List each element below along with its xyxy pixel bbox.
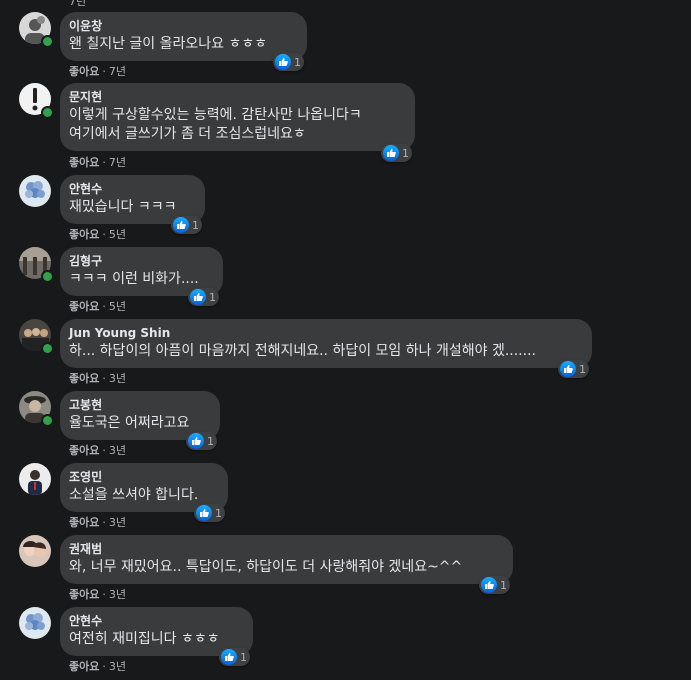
- online-status-icon: [41, 414, 54, 427]
- comment-text: 왠 칠지난 글이 올라오나요 ㅎㅎㅎ: [69, 36, 268, 52]
- comment-meta: 좋아요 · 7년: [69, 156, 126, 169]
- like-icon: [173, 217, 189, 233]
- like-icon: [560, 361, 576, 377]
- reaction-count: 1: [500, 578, 507, 592]
- like-icon: [481, 577, 497, 593]
- reaction-summary[interactable]: 1: [194, 504, 225, 522]
- couple-photo-icon[interactable]: [19, 535, 51, 567]
- like-icon: [383, 145, 399, 161]
- like-icon: [221, 649, 237, 665]
- reaction-summary[interactable]: 1: [381, 144, 412, 162]
- comment-time[interactable]: 5년: [109, 228, 126, 241]
- reaction-summary[interactable]: 1: [273, 53, 304, 71]
- reaction-summary[interactable]: 1: [171, 216, 202, 234]
- comment-meta: 좋아요 · 3년: [69, 444, 126, 457]
- comment-bubble: 이윤창 왠 칠지난 글이 올라오나요 ㅎㅎㅎ: [60, 12, 307, 61]
- like-button[interactable]: 좋아요: [69, 300, 99, 313]
- reaction-count: 1: [192, 218, 199, 232]
- comment-author[interactable]: 이윤창: [69, 18, 295, 35]
- previous-comment-meta: 7년: [0, 0, 691, 6]
- profile-photo-icon[interactable]: [19, 463, 51, 495]
- online-status-icon: [41, 270, 54, 283]
- like-button[interactable]: 좋아요: [69, 588, 99, 601]
- online-status-icon: [41, 35, 54, 48]
- comment-time[interactable]: 3년: [109, 588, 126, 601]
- like-button[interactable]: 좋아요: [69, 372, 99, 385]
- comment-author[interactable]: 권재범: [69, 541, 501, 558]
- like-icon: [188, 433, 204, 449]
- comment-time[interactable]: 7년: [109, 65, 126, 78]
- like-button[interactable]: 좋아요: [69, 228, 99, 241]
- comment-text: 하... 하답이의 아픔이 마음까지 전해지네요.. 하답이 모임 하나 개설해…: [69, 343, 536, 359]
- comment-author[interactable]: 고봉현: [69, 397, 208, 414]
- comment-time[interactable]: 3년: [109, 444, 126, 457]
- reaction-count: 1: [209, 290, 216, 304]
- comment-meta: 좋아요 · 3년: [69, 660, 126, 673]
- comment-meta: 좋아요 · 3년: [69, 516, 126, 529]
- comment-time[interactable]: 3년: [109, 660, 126, 673]
- online-status-icon: [41, 106, 54, 119]
- like-button[interactable]: 좋아요: [69, 516, 99, 529]
- reaction-count: 1: [207, 434, 214, 448]
- like-icon: [275, 54, 291, 70]
- comment-text: 와, 너무 재밌어요.. 특답이도, 하답이도 더 사랑해줘야 겠네요~^^: [69, 559, 463, 575]
- comment-meta: 좋아요 · 3년: [69, 372, 126, 385]
- comment-time[interactable]: 7년: [109, 156, 126, 169]
- like-icon: [190, 289, 206, 305]
- comment-author[interactable]: 김형구: [69, 253, 211, 270]
- previous-comment-time: 7년: [69, 0, 86, 6]
- reaction-summary[interactable]: 1: [558, 360, 589, 378]
- like-icon: [196, 505, 212, 521]
- hydrangea-photo-icon[interactable]: [19, 607, 51, 639]
- comment-meta: 좋아요 · 5년: [69, 300, 126, 313]
- comment-text: 여전히 재미집니다 ㅎㅎㅎ: [69, 631, 220, 647]
- comment-text: 여기에서 글쓰기가 좀 더 조심스럽네요ㅎ: [69, 126, 306, 142]
- reaction-count: 1: [294, 55, 301, 69]
- comment-author[interactable]: 문지현: [69, 89, 403, 106]
- reaction-count: 1: [402, 146, 409, 160]
- reaction-count: 1: [579, 362, 586, 376]
- reaction-summary[interactable]: 1: [186, 432, 217, 450]
- like-button[interactable]: 좋아요: [69, 156, 99, 169]
- comment-bubble: 권재범 와, 너무 재밌어요.. 특답이도, 하답이도 더 사랑해줘야 겠네요~…: [60, 535, 513, 584]
- comment-text: 소설을 쓰셔야 합니다.: [69, 487, 199, 503]
- reaction-summary[interactable]: 1: [479, 576, 510, 594]
- comment-text: 재밌습니다 ㅋㅋㅋ: [69, 199, 177, 215]
- comment-bubble: Jun Young Shin 하... 하답이의 아픔이 마음까지 전해지네요.…: [60, 319, 592, 368]
- reaction-summary[interactable]: 1: [219, 648, 250, 666]
- like-button[interactable]: 좋아요: [69, 65, 99, 78]
- online-status-icon: [41, 342, 54, 355]
- comment-author[interactable]: 안현수: [69, 613, 241, 630]
- comment-time[interactable]: 5년: [109, 300, 126, 313]
- comment-author[interactable]: 조영민: [69, 469, 216, 486]
- reaction-summary[interactable]: 1: [188, 288, 219, 306]
- comment-author[interactable]: 안현수: [69, 181, 193, 198]
- comment-time[interactable]: 3년: [109, 372, 126, 385]
- reaction-count: 1: [240, 650, 247, 664]
- reaction-count: 1: [215, 506, 222, 520]
- comment-text: 이렇게 구상할수있는 능력에. 감탄사만 나옵니다ㅋ: [69, 107, 362, 123]
- comment-author[interactable]: Jun Young Shin: [69, 325, 580, 342]
- comment-text: 율도국은 어쩌라고요: [69, 415, 190, 431]
- comment-meta: 좋아요 · 3년: [69, 588, 126, 601]
- comment-text: ㅋㅋㅋ 이런 비화가....: [69, 271, 199, 287]
- comment-time[interactable]: 3년: [109, 516, 126, 529]
- like-button[interactable]: 좋아요: [69, 660, 99, 673]
- like-button[interactable]: 좋아요: [69, 444, 99, 457]
- comment-meta: 좋아요 · 5년: [69, 228, 126, 241]
- comment-bubble: 문지현 이렇게 구상할수있는 능력에. 감탄사만 나옵니다ㅋ 여기에서 글쓰기가…: [60, 83, 415, 151]
- comment-meta: 좋아요 · 7년: [69, 65, 126, 78]
- hydrangea-photo-icon[interactable]: [19, 175, 51, 207]
